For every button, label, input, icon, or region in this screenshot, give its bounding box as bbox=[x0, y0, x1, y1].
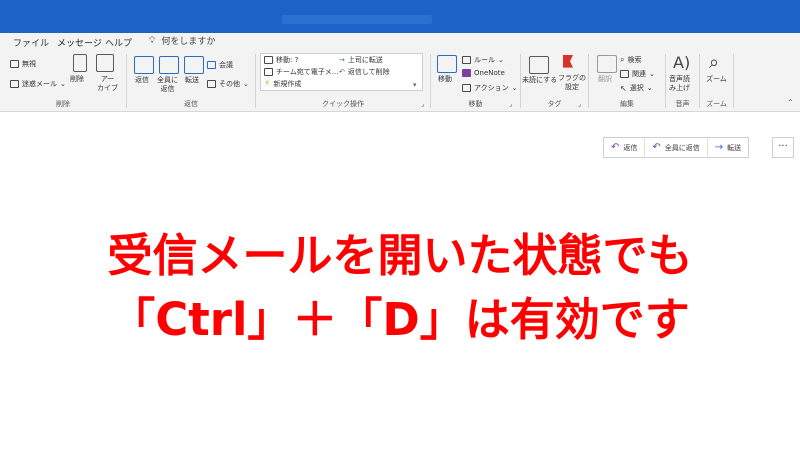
flag-button[interactable]: フラグの 設定 bbox=[558, 74, 586, 92]
flag-icon bbox=[563, 55, 573, 68]
message-action-bar: ↶ 返信 ↶ 全員に返信 → 転送 bbox=[603, 137, 750, 158]
group-editing: 翻訳 ⌕ 検索 関連 ⌄ ↖ 選択 ⌄ 編集 bbox=[589, 50, 665, 112]
collapse-ribbon-icon[interactable]: ⌃ bbox=[787, 98, 794, 107]
forward-icon: → bbox=[714, 141, 724, 153]
dialog-launcher-icon[interactable]: ⌟ bbox=[509, 100, 512, 108]
tell-me-search[interactable]: 💡︎ 何をしますか bbox=[149, 34, 216, 48]
reply-icon: ↶ bbox=[611, 141, 620, 153]
more-respond-button[interactable]: その他 ⌄ bbox=[207, 79, 249, 89]
tell-me-text: 何をしますか bbox=[161, 37, 216, 47]
caption-line-1: 受信メールを開いた状態でも bbox=[107, 229, 693, 282]
read-aloud-button[interactable]: 音声読 み上げ bbox=[669, 75, 690, 93]
chevron-down-icon: ⌄ bbox=[243, 80, 249, 88]
chevron-down-icon: ⌄ bbox=[649, 70, 655, 78]
message-reply-button[interactable]: ↶ 返信 bbox=[604, 138, 646, 157]
group-tags: 未読にする フラグの 設定 タグ ⌟ bbox=[521, 50, 588, 112]
archive-icon bbox=[96, 54, 114, 72]
chevron-down-icon: ⌄ bbox=[498, 56, 504, 64]
group-respond: 返信 全員に 返信 転送 会議 その他 ⌄ 返信 bbox=[127, 50, 255, 112]
delete-icon bbox=[73, 54, 87, 72]
chevron-down-icon: ⌄ bbox=[511, 84, 518, 92]
translate-button[interactable]: 翻訳 bbox=[598, 75, 612, 84]
forward-icon bbox=[184, 56, 204, 74]
group-label-delete: 削除 bbox=[56, 100, 70, 108]
group-label-editing: 編集 bbox=[620, 100, 634, 108]
group-delete: 無視 迷惑メール ⌄ 削除 アー カイブ 削除 bbox=[0, 50, 126, 112]
reply-all-icon: ↶ bbox=[652, 141, 661, 153]
group-label-move: 移動 bbox=[468, 100, 483, 108]
reply-all-button[interactable]: 全員に 返信 bbox=[157, 76, 178, 94]
meeting-button[interactable]: 会議 bbox=[207, 60, 233, 70]
search-icon: ⌕ bbox=[620, 55, 625, 64]
ribbon: 無視 迷惑メール ⌄ 削除 アー カイブ 削除 返信 全員に 返信 転送 会議 bbox=[0, 50, 800, 112]
group-label-quick-steps: クイック操作 bbox=[322, 100, 364, 108]
actions-icon bbox=[462, 84, 471, 92]
zoom-button[interactable]: ズーム bbox=[706, 75, 727, 84]
title-bar bbox=[0, 0, 800, 33]
reply-all-icon bbox=[159, 56, 179, 74]
move-icon bbox=[437, 55, 457, 73]
group-label-respond: 返信 bbox=[184, 100, 198, 108]
group-speech: A) 音声読 み上げ 音声 bbox=[666, 50, 699, 112]
delete-button[interactable]: 削除 bbox=[70, 75, 84, 84]
caption-line-2: 「Ctrl」＋「D」は有効です bbox=[110, 293, 690, 346]
window-title-blurred bbox=[282, 15, 432, 24]
ribbon-tabs: ファイル メッセージ ヘルプ 💡︎ 何をしますか bbox=[0, 33, 800, 53]
rules-icon bbox=[462, 56, 471, 64]
archive-button[interactable]: アー カイブ bbox=[97, 75, 118, 93]
reply-button[interactable]: 返信 bbox=[135, 76, 149, 85]
junk-button[interactable]: 迷惑メール ⌄ bbox=[10, 79, 66, 89]
reply-icon bbox=[134, 56, 154, 74]
zoom-icon: ⌕ bbox=[709, 52, 720, 73]
group-label-speech: 音声 bbox=[675, 100, 690, 108]
message-reply-all-button[interactable]: ↶ 全員に返信 bbox=[645, 138, 708, 157]
read-aloud-icon: A) bbox=[673, 53, 691, 72]
tab-file[interactable]: ファイル bbox=[13, 36, 49, 49]
tab-message[interactable]: メッセージ bbox=[57, 36, 102, 53]
mark-unread-button[interactable]: 未読にする bbox=[522, 76, 557, 85]
translate-icon bbox=[597, 55, 617, 73]
dialog-launcher-icon[interactable]: ⌟ bbox=[578, 100, 581, 108]
actions-button[interactable]: アクション ⌄ bbox=[462, 83, 518, 93]
meeting-icon bbox=[207, 61, 216, 69]
chevron-down-icon: ⌄ bbox=[60, 80, 66, 88]
chevron-down-icon: ⌄ bbox=[646, 84, 653, 92]
group-zoom: ⌕ ズーム ズーム bbox=[700, 50, 733, 112]
group-quick-steps: クイック操作 ⌟ bbox=[256, 50, 430, 112]
tab-help[interactable]: ヘルプ bbox=[105, 36, 132, 49]
ignore-icon bbox=[10, 60, 19, 68]
dialog-launcher-icon[interactable]: ⌟ bbox=[421, 100, 424, 108]
related-icon bbox=[620, 70, 629, 78]
envelope-icon bbox=[529, 56, 549, 74]
onenote-button[interactable]: OneNote bbox=[462, 69, 505, 77]
message-forward-button[interactable]: → 転送 bbox=[708, 138, 748, 157]
cursor-icon: ↖ bbox=[620, 83, 627, 93]
select-button[interactable]: ↖ 選択 ⌄ bbox=[620, 83, 653, 93]
lightbulb-icon: 💡︎ bbox=[149, 35, 156, 46]
rules-button[interactable]: ルール ⌄ bbox=[462, 55, 504, 65]
group-label-zoom: ズーム bbox=[706, 100, 727, 108]
find-button[interactable]: ⌕ 検索 bbox=[620, 55, 641, 65]
junk-icon bbox=[10, 80, 19, 88]
ignore-button[interactable]: 無視 bbox=[10, 59, 36, 69]
more-respond-icon bbox=[207, 80, 216, 88]
more-actions-button[interactable]: ··· bbox=[772, 137, 794, 158]
onenote-icon bbox=[462, 69, 471, 77]
separator bbox=[733, 54, 734, 108]
related-button[interactable]: 関連 ⌄ bbox=[620, 69, 655, 79]
group-move: 移動 ルール ⌄ OneNote アクション ⌄ 移動 ⌟ bbox=[431, 50, 520, 112]
forward-button[interactable]: 転送 bbox=[185, 76, 199, 85]
move-button[interactable]: 移動 bbox=[438, 75, 452, 84]
